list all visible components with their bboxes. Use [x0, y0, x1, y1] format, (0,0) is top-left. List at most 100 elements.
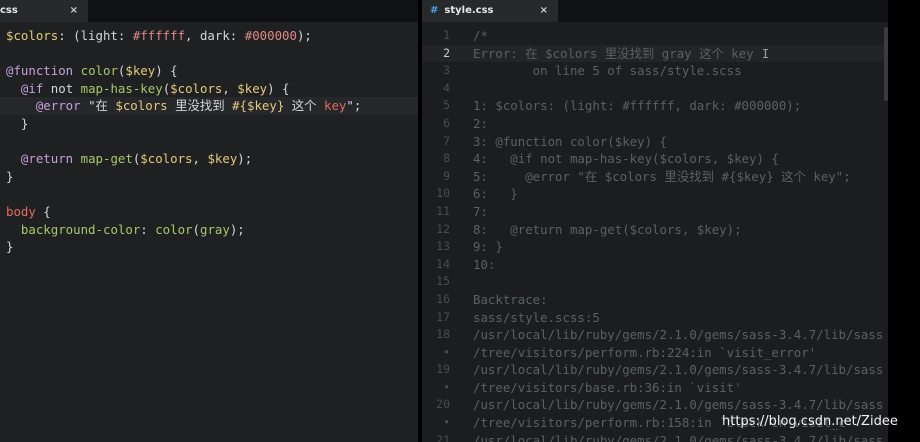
line-number: 14	[436, 256, 450, 271]
comment-text: 6: }	[473, 186, 518, 202]
code-line: 16 Backtrace:	[422, 291, 888, 309]
line-number: 11	[436, 203, 450, 218]
comment-text: 1: $colors: (light: #ffffff, dark: #0000…	[473, 98, 802, 114]
comment-text: 3: @function color($key) {	[473, 133, 667, 149]
code-token: "在	[80, 98, 116, 114]
code-line: 21/usr/local/lib/ruby/gems/2.1.0/gems/sa…	[422, 432, 888, 442]
code-line: 19/usr/local/lib/ruby/gems/2.1.0/gems/sa…	[422, 361, 888, 379]
code-line: 14 10:	[422, 256, 888, 274]
line-number: 12	[436, 221, 450, 236]
css-output-code-area[interactable]: 1 /* 2 Error: 在 $colors 里没找到 gray 这个 key I 3 …	[422, 27, 888, 442]
code-line: $colors: (light: #ffffff, dark: #000000)…	[0, 27, 418, 45]
tab-scss-file[interactable]: css ×	[0, 0, 88, 22]
code-token: 里没找到	[167, 98, 233, 114]
code-token: color	[155, 221, 193, 237]
line-number: 6	[443, 115, 450, 130]
line-number: 2	[443, 45, 450, 60]
comment-text: /usr/local/lib/ruby/gems/2.1.0/gems/sass…	[473, 432, 884, 442]
close-icon[interactable]: ×	[540, 0, 548, 22]
code-token: ,	[192, 151, 208, 167]
code-token: background-color	[20, 221, 141, 237]
code-token: );	[229, 221, 245, 237]
code-token: $colors	[170, 80, 223, 96]
code-line: 13 9: }	[422, 238, 888, 256]
line-number: 15	[436, 274, 450, 289]
code-line: }	[0, 115, 418, 133]
line-number: 7	[443, 133, 450, 148]
line-number: •	[443, 344, 450, 359]
code-token: $colors	[115, 98, 168, 114]
right-tab-bar: # style.css ×	[422, 0, 888, 22]
code-token: #ffffff	[132, 28, 186, 43]
close-icon[interactable]: ×	[70, 0, 78, 22]
line-number: 1	[443, 28, 450, 42]
code-line: 18/usr/local/lib/ruby/gems/2.1.0/gems/sa…	[422, 326, 888, 344]
code-line: 12 8: @return map-get($colors, $key);	[422, 221, 888, 239]
code-line: body {	[0, 203, 418, 221]
code-token: @return	[20, 151, 74, 167]
code-token: $colors	[6, 28, 59, 43]
comment-text: 4: @if not map-has-key($colors, $key) {	[473, 151, 779, 167]
line-number: 20	[436, 397, 450, 412]
code-token: ) {	[267, 80, 290, 96]
code-token: );	[296, 28, 312, 43]
line-number: 10	[436, 186, 450, 201]
code-token: :	[140, 221, 156, 237]
tab-label: style.css	[444, 5, 494, 16]
line-number: 4	[443, 80, 450, 95]
tab-label: css	[0, 5, 18, 16]
code-line: 20/usr/local/lib/ruby/gems/2.1.0/gems/sa…	[422, 396, 888, 414]
line-number: 19	[436, 362, 450, 377]
code-line: 10 6: }	[422, 185, 888, 203]
code-line: 6 2:	[422, 115, 888, 133]
code-line: 2 Error: 在 $colors 里没找到 gray 这个 key I	[422, 44, 888, 63]
text-cursor-icon: I	[761, 45, 770, 61]
code-token: );	[237, 151, 253, 167]
code-token: }	[6, 115, 29, 131]
code-token: @function	[6, 63, 74, 79]
line-number: 3	[443, 63, 450, 78]
tab-style-css[interactable]: # style.css ×	[422, 0, 558, 22]
code-token: ) {	[155, 63, 178, 79]
comment-text: /tree/visitors/base.rb:36:in `visit'	[473, 379, 742, 395]
comment-text: on line 5 of sass/style.scss	[473, 63, 742, 79]
line-number: 8	[443, 151, 450, 166]
code-token: {	[35, 203, 51, 219]
code-line: 17 sass/style.scss:5	[422, 309, 888, 327]
code-token: map-has-key	[80, 80, 163, 96]
code-token: (	[192, 221, 200, 237]
code-token: ";	[346, 98, 362, 114]
code-token: body	[6, 203, 36, 219]
code-line: • /tree/visitors/perform.rb:224:in `visit…	[422, 344, 888, 362]
comment-text: 2:	[473, 115, 488, 131]
code-token: not	[43, 80, 81, 96]
code-line: 5 1: $colors: (light: #ffffff, dark: #000…	[422, 97, 888, 115]
code-token: , dark:	[185, 28, 245, 43]
code-line: 3 on line 5 of sass/style.scss	[422, 62, 888, 80]
comment-text: 7:	[473, 203, 488, 219]
line-number: 17	[436, 309, 450, 324]
line-number: 5	[443, 98, 450, 113]
left-tab-bar: css ×	[0, 0, 418, 22]
left-editor-pane: css × $colors: (light: #ffffff, dark: #0…	[0, 0, 418, 442]
line-number: 16	[436, 291, 450, 306]
code-token: color	[80, 63, 118, 79]
code-line: 7 3: @function color($key) {	[422, 133, 888, 151]
watermark-text: https://blog.csdn.net/Zidee	[722, 414, 898, 429]
code-line: @if not map-has-key($colors, $key) {	[0, 80, 418, 98]
css-file-icon: #	[430, 5, 439, 16]
comment-text: 10:	[473, 256, 496, 272]
code-token: : (light:	[58, 28, 133, 43]
scss-code-area[interactable]: $colors: (light: #ffffff, dark: #000000)…	[0, 27, 418, 256]
code-token: $key	[237, 80, 268, 96]
comment-text: 5: @error "在 $colors 里没找到 #{$key} 这个 key…	[473, 168, 851, 184]
code-line: 8 4: @if not map-has-key($colors, $key) {	[422, 150, 888, 168]
code-line: }	[0, 238, 418, 256]
comment-text: 8: @return map-get($colors, $key);	[473, 221, 742, 237]
